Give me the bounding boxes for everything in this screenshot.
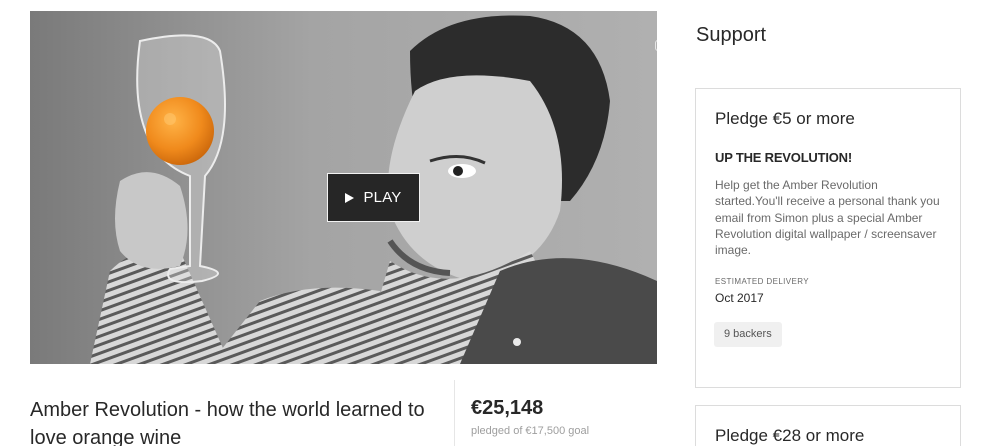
support-heading: Support: [696, 24, 767, 46]
project-video[interactable]: CC PLAY: [30, 11, 657, 364]
reward-card[interactable]: Pledge €28 or more: [695, 405, 961, 446]
closed-captions-icon[interactable]: CC: [655, 40, 657, 51]
play-icon: [345, 192, 355, 203]
estimated-delivery-label: ESTIMATED DELIVERY: [715, 277, 810, 286]
pledge-title: Pledge €28 or more: [715, 426, 865, 445]
play-button[interactable]: PLAY: [327, 173, 420, 222]
pledge-title: Pledge €5 or more: [715, 109, 855, 128]
pledged-amount: €25,148: [471, 397, 544, 419]
project-title: Amber Revolution - how the world learned…: [30, 399, 425, 446]
pledged-goal: pledged of €17,500 goal: [471, 425, 590, 437]
estimated-delivery-value: Oct 2017: [715, 291, 764, 305]
reward-description: Help get the Amber Revolution started.Yo…: [715, 178, 940, 258]
reward-title: UP THE REVOLUTION!: [715, 150, 853, 165]
divider: [454, 380, 455, 446]
reward-card[interactable]: Pledge €5 or more UP THE REVOLUTION! Hel…: [695, 88, 961, 388]
backers-badge: 9 backers: [714, 322, 782, 347]
play-button-label: PLAY: [363, 189, 402, 206]
